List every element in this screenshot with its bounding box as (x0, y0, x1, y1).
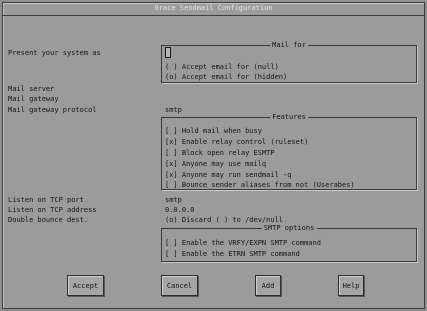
features-title: Features (270, 113, 308, 121)
help-button-label: Help (342, 281, 360, 290)
add-button-label: Add (261, 281, 275, 290)
features-group: Features [ ] Hold mail when busy [x] Ena… (161, 113, 417, 190)
mail-server-label: Mail server (8, 85, 55, 93)
mail-for-option[interactable]: ( ) Accept email for (null) (165, 63, 279, 71)
listen-tcp-address-value[interactable]: 0.0.0.0 (165, 206, 195, 214)
accept-button-label: Accept (72, 281, 99, 290)
listen-tcp-port-label: Listen on TCP port (8, 196, 84, 204)
mail-gateway-protocol-value[interactable]: smtp (165, 106, 182, 114)
double-bounce-value[interactable]: (o) Discard ( ) to /dev/null (165, 216, 283, 224)
cancel-button-label: Cancel (166, 281, 193, 290)
feature-option[interactable]: [ ] Block open relay ESMTP (165, 149, 275, 157)
mail-for-group: Mail for ( ) Accept email for (null) (o)… (161, 41, 417, 83)
feature-option[interactable]: [x] Anyone may use mailq (165, 160, 266, 168)
mail-for-title: Mail for (270, 41, 308, 49)
double-bounce-label: Double bounce dest. (8, 216, 89, 224)
listen-tcp-address-label: Listen on TCP address (8, 206, 97, 214)
feature-option[interactable]: [ ] Hold mail when busy (165, 127, 262, 135)
help-button[interactable]: Help (338, 275, 364, 296)
feature-option[interactable]: [ ] Bounce sender aliases from not (User… (165, 181, 355, 189)
sendmail-config-dialog: Grace Sendmail Configuration Present you… (2, 2, 425, 309)
cancel-button[interactable]: Cancel (161, 275, 198, 296)
mail-gateway-label: Mail gateway (8, 95, 59, 103)
smtp-options-group: SMTP options [ ] Enable the VRFY/EXPN SM… (161, 224, 417, 262)
smtp-option[interactable]: [ ] Enable the VRFY/EXPN SMTP command (165, 239, 321, 247)
feature-option[interactable]: [x] Enable relay control (ruleset) (165, 138, 308, 146)
present-system-label: Present your system as (8, 49, 101, 57)
window-title: Grace Sendmail Configuration (151, 4, 276, 12)
mail-gateway-protocol-label: Mail gateway protocol (8, 106, 97, 114)
feature-option[interactable]: [x] Anyone may run sendmail -q (165, 171, 291, 179)
title-bar: Grace Sendmail Configuration (3, 3, 424, 16)
accept-button[interactable]: Accept (67, 275, 104, 296)
smtp-option[interactable]: [ ] Enable the ETRN SMTP command (165, 250, 300, 258)
add-button[interactable]: Add (255, 275, 281, 296)
smtp-options-title: SMTP options (261, 224, 317, 232)
mail-for-option[interactable]: (o) Accept email for (hidden) (165, 73, 287, 81)
listen-tcp-port-value[interactable]: smtp (165, 196, 182, 204)
